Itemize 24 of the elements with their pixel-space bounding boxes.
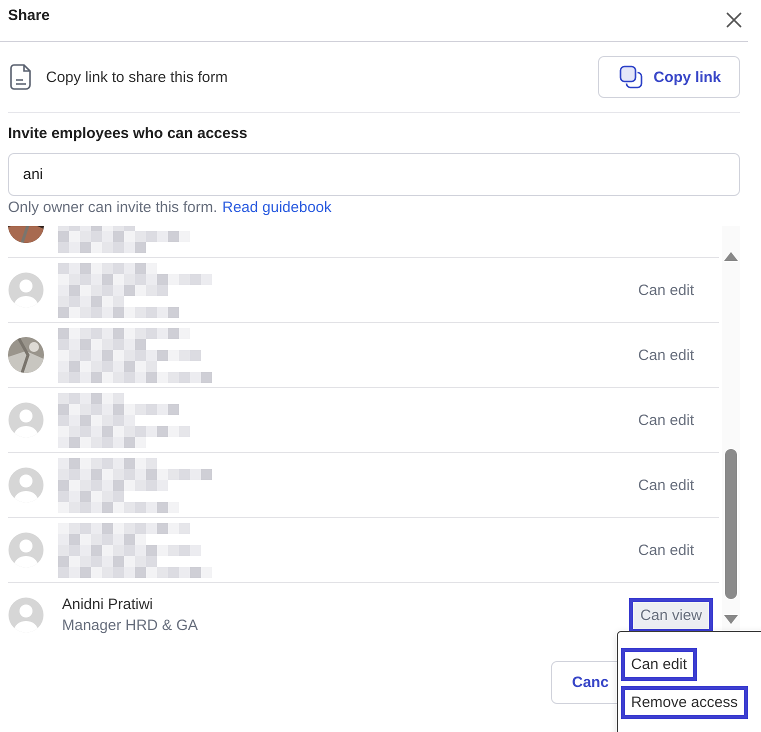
search-field[interactable]: ani: [8, 153, 740, 196]
hint-text: Only owner can invite this form.: [8, 199, 218, 216]
permission-dropdown[interactable]: Can edit: [627, 338, 705, 372]
copy-link-text: Copy link to share this form: [46, 68, 229, 86]
scrollbar[interactable]: [722, 226, 740, 634]
permission-dropdown[interactable]: Can edit: [627, 402, 705, 438]
menu-item[interactable]: Remove access: [621, 686, 748, 719]
dialog-title: Share: [8, 7, 50, 24]
permission-dropdown[interactable]: Can edit: [627, 532, 705, 568]
member-name: Anidni Pratiwi: [62, 596, 154, 613]
close-icon[interactable]: [726, 12, 742, 28]
scroll-up-icon[interactable]: [724, 252, 738, 261]
invite-label: Invite employees who can access: [8, 125, 248, 142]
scroll-thumb[interactable]: [725, 449, 737, 599]
menu-item[interactable]: Can edit: [621, 648, 697, 681]
permission-dropdown[interactable]: Can edit: [627, 272, 705, 308]
copy-link-button[interactable]: Copy link: [598, 56, 740, 98]
permission-dropdown[interactable]: Can view: [629, 598, 713, 632]
permission-dropdown[interactable]: Can edit: [627, 468, 705, 502]
member-role: Manager HRD & GA: [62, 617, 198, 634]
document-icon: [10, 64, 34, 90]
scroll-down-icon[interactable]: [724, 615, 738, 624]
copy-icon: [619, 65, 644, 89]
guidebook-link[interactable]: Read guidebook: [222, 199, 332, 216]
